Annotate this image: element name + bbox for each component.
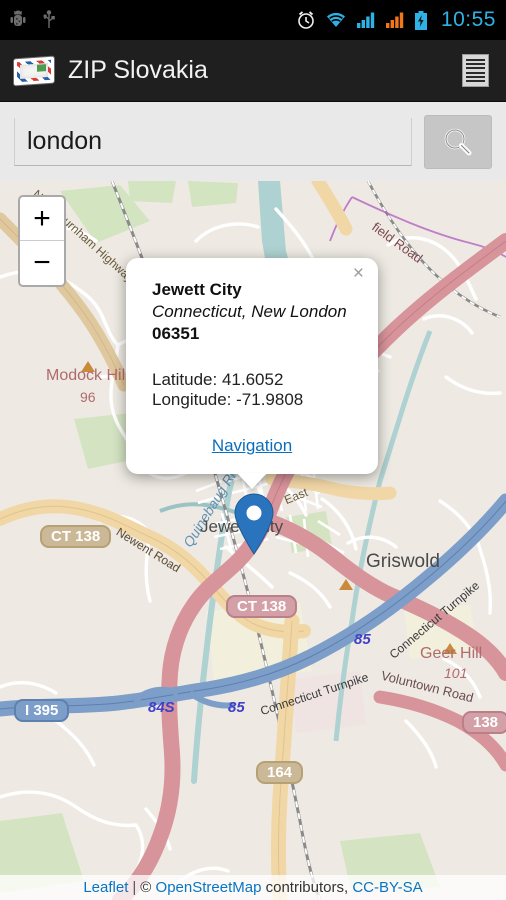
route-shield-164: 164 <box>256 761 304 784</box>
map-label-griswold: Griswold <box>366 551 440 572</box>
map-attribution: Leaflet | © OpenStreetMap contributors, … <box>0 875 506 900</box>
status-bar-clock: 10:55 <box>440 8 496 31</box>
android-debug-icon <box>10 10 26 30</box>
search-icon <box>444 128 472 155</box>
highway-number-85-right: 85 <box>354 631 371 648</box>
openstreetmap-link[interactable]: OpenStreetMap <box>156 879 262 896</box>
popup-zip-code: 06351 <box>152 324 200 343</box>
map-label-modock-hill: Modock Hill <box>46 367 129 384</box>
route-shield-ct138-center: CT 138 <box>226 595 298 618</box>
signal-icon-2 <box>385 11 405 29</box>
envelope-stamp <box>37 63 46 72</box>
popup-close-button[interactable]: × <box>353 264 364 283</box>
popup-latitude: Latitude: 41.6052 <box>152 370 284 389</box>
status-bar: 10:55 <box>0 0 506 40</box>
map-label-geer-hill: Geer Hill <box>420 645 483 662</box>
navigation-link[interactable]: Navigation <box>212 436 292 455</box>
map-pin-icon <box>234 493 274 555</box>
map-canvas[interactable]: North Burnham Highway Modock Hill 96 Qui… <box>0 181 506 900</box>
license-link[interactable]: CC-BY-SA <box>352 879 422 896</box>
page-title: ZIP Slovakia <box>68 56 208 84</box>
status-bar-left-icons <box>10 10 56 30</box>
signal-icon-1 <box>356 11 376 29</box>
popup-navigation-row: Navigation <box>152 436 352 456</box>
highway-number-85-left: 85 <box>228 699 245 716</box>
highway-number-84s: 84S <box>148 699 175 716</box>
wifi-icon <box>325 11 347 29</box>
zoom-in-button[interactable]: + <box>20 197 64 241</box>
location-popup: × Jewett City Connecticut, New London 06… <box>126 258 378 489</box>
battery-charging-icon <box>414 10 428 30</box>
popup-tip <box>237 473 267 489</box>
popup-region: Connecticut, New London <box>152 302 347 321</box>
action-bar: ZIP Slovakia <box>0 40 506 102</box>
alarm-icon <box>296 10 316 30</box>
search-input[interactable]: london <box>14 117 412 166</box>
leaflet-link[interactable]: Leaflet <box>83 879 128 896</box>
envelope-icon <box>14 56 54 85</box>
map-label-geer-elev: 101 <box>444 665 468 681</box>
route-shield-138-east: 138 <box>462 711 506 734</box>
route-shield-i395: I 395 <box>14 699 70 722</box>
map-label-modock-elev: 96 <box>80 389 96 405</box>
status-bar-right-icons: 10:55 <box>296 8 496 32</box>
map-zoom-controls: + − <box>18 195 66 287</box>
search-input-value: london <box>27 126 103 155</box>
route-shield-ct138-west: CT 138 <box>40 525 112 548</box>
usb-icon <box>42 10 56 30</box>
search-bar: london <box>0 102 506 181</box>
attribution-contributors: contributors, <box>265 879 349 896</box>
popup-place-name: Jewett City <box>152 280 242 299</box>
zoom-out-button[interactable]: − <box>20 241 64 285</box>
attribution-copyright: © <box>140 879 152 896</box>
popup-longitude: Longitude: -71.9808 <box>152 390 304 409</box>
search-button[interactable] <box>424 114 492 169</box>
attribution-separator: | <box>132 879 137 896</box>
list-menu-button[interactable] <box>458 51 492 91</box>
list-menu-icon <box>461 54 489 87</box>
phone-screen: 10:55 ZIP Slovakia london North Burnham … <box>0 0 506 900</box>
